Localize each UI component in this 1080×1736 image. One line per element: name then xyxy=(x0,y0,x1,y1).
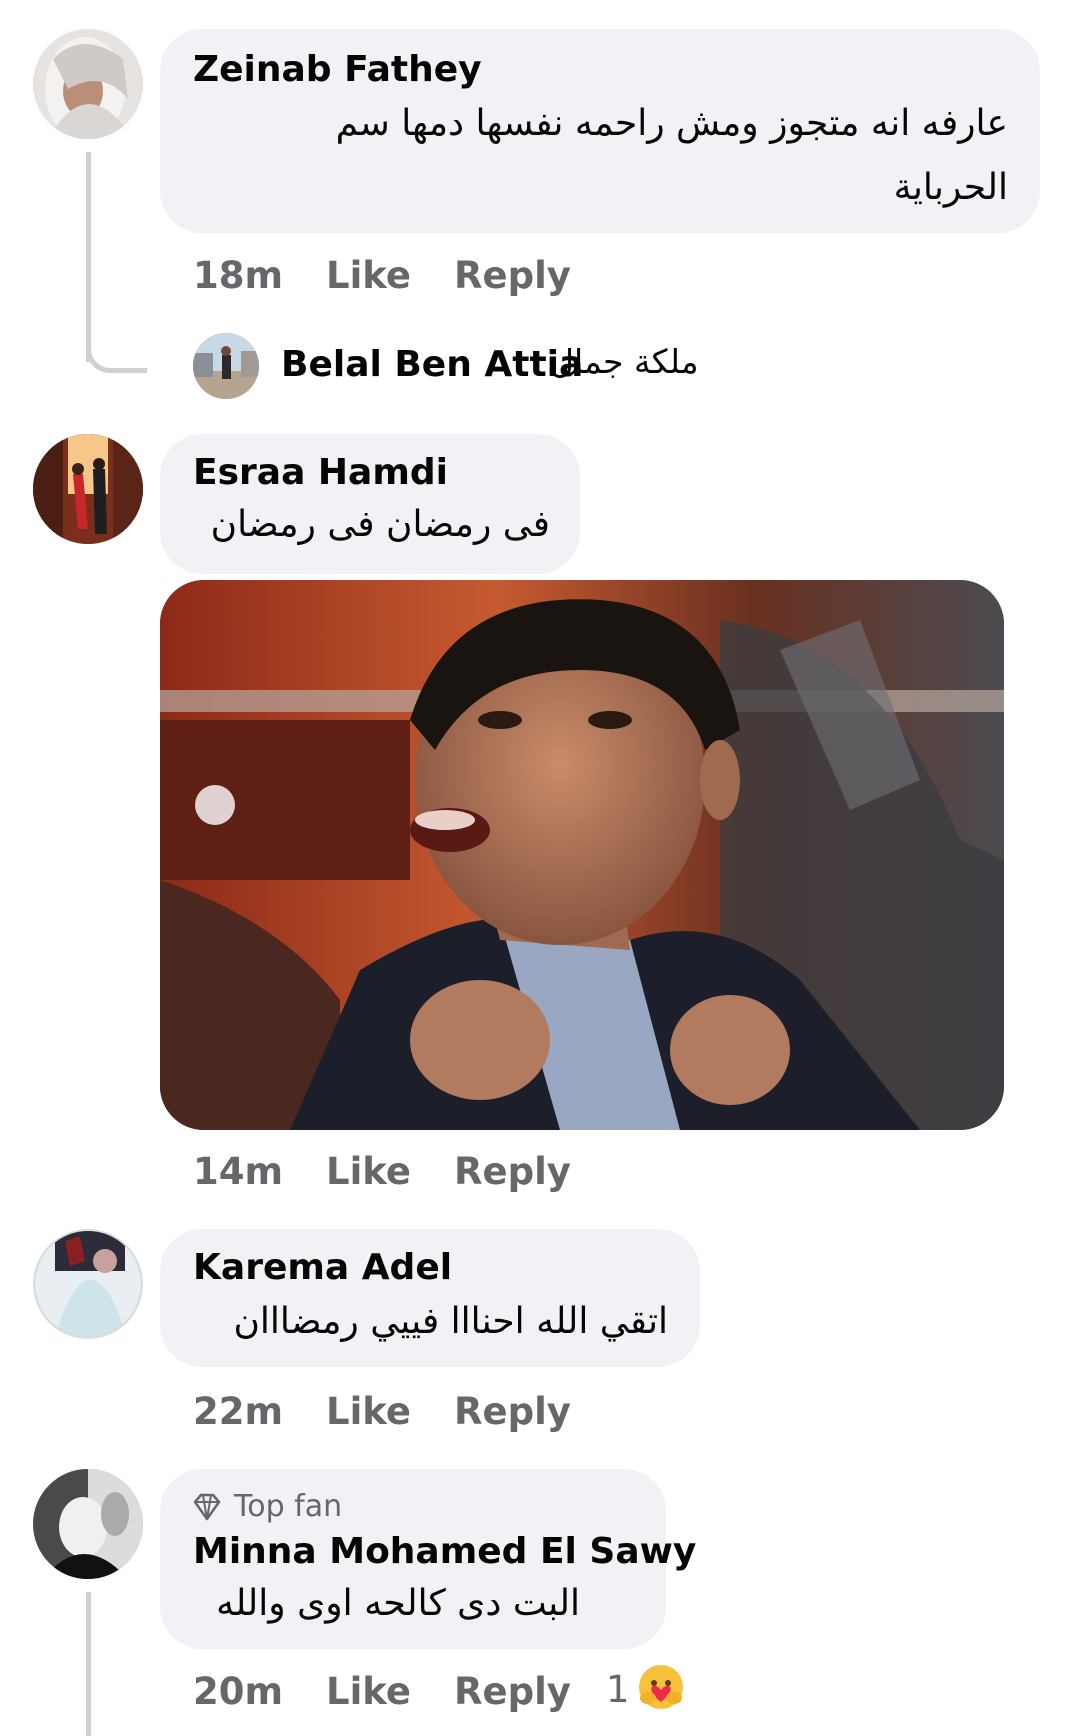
profile-photo xyxy=(33,29,143,139)
profile-photo xyxy=(35,1231,141,1337)
top-fan-badge: Top fan xyxy=(234,1489,343,1524)
profile-photo xyxy=(33,1469,143,1579)
like-button[interactable]: Like xyxy=(326,1150,411,1193)
comment-bubble[interactable]: Esraa Hamdi فى رمضان فى رمضان xyxy=(160,434,580,574)
avatar[interactable] xyxy=(33,434,143,544)
attached-photo xyxy=(160,580,1004,1130)
comment-timestamp[interactable]: 20m xyxy=(193,1670,283,1713)
comment-author[interactable]: Minna Mohamed El Sawy xyxy=(193,1531,696,1572)
reply-avatar[interactable] xyxy=(193,333,259,399)
reply-button[interactable]: Reply xyxy=(454,254,571,297)
comment-bubble[interactable]: Karema Adel اتقي الله احنااا فييي رمضااا… xyxy=(160,1229,700,1367)
comment-timestamp[interactable]: 14m xyxy=(193,1150,283,1193)
avatar[interactable] xyxy=(33,29,143,139)
comment-text: فى رمضان فى رمضان xyxy=(210,504,550,545)
reply-button[interactable]: Reply xyxy=(454,1150,571,1193)
like-button[interactable]: Like xyxy=(326,1670,411,1713)
like-button[interactable]: Like xyxy=(326,1390,411,1433)
comment-text: البت دى كالحه اوى والله xyxy=(216,1583,580,1624)
avatar[interactable] xyxy=(33,1229,143,1339)
thread-connector xyxy=(86,330,147,373)
comment-timestamp[interactable]: 22m xyxy=(193,1390,283,1433)
comment-author[interactable]: Karema Adel xyxy=(193,1247,452,1288)
profile-photo xyxy=(193,333,259,399)
avatar[interactable] xyxy=(33,1469,143,1579)
comment-author[interactable]: Esraa Hamdi xyxy=(193,452,448,493)
comment-text: الحرباية xyxy=(893,167,1008,208)
comment-timestamp[interactable]: 18m xyxy=(193,254,283,297)
reply-button[interactable]: Reply xyxy=(454,1670,571,1713)
reply-author[interactable]: Belal Ben Attia xyxy=(281,344,583,385)
reaction-count[interactable]: 1 xyxy=(606,1668,630,1711)
comment-text: اتقي الله احنااا فييي رمضااان xyxy=(233,1301,668,1342)
thread-line xyxy=(86,1592,91,1736)
comment-bubble[interactable]: Zeinab Fathey عارفه انه متجوز ومش راحمه … xyxy=(160,29,1040,233)
comment-bubble[interactable]: Top fan Minna Mohamed El Sawy البت دى كا… xyxy=(160,1469,696,1649)
comment-text: عارفه انه متجوز ومش راحمه نفسها دمها سم xyxy=(335,103,1008,144)
comment-author[interactable]: Zeinab Fathey xyxy=(193,49,482,90)
reply-button[interactable]: Reply xyxy=(454,1390,571,1433)
care-reaction-icon[interactable] xyxy=(636,1662,686,1716)
reply-text: ملكة جمال xyxy=(550,342,699,381)
diamond-icon xyxy=(192,1493,222,1525)
like-button[interactable]: Like xyxy=(326,254,411,297)
comment-image[interactable] xyxy=(160,580,1004,1130)
profile-photo xyxy=(33,434,143,544)
